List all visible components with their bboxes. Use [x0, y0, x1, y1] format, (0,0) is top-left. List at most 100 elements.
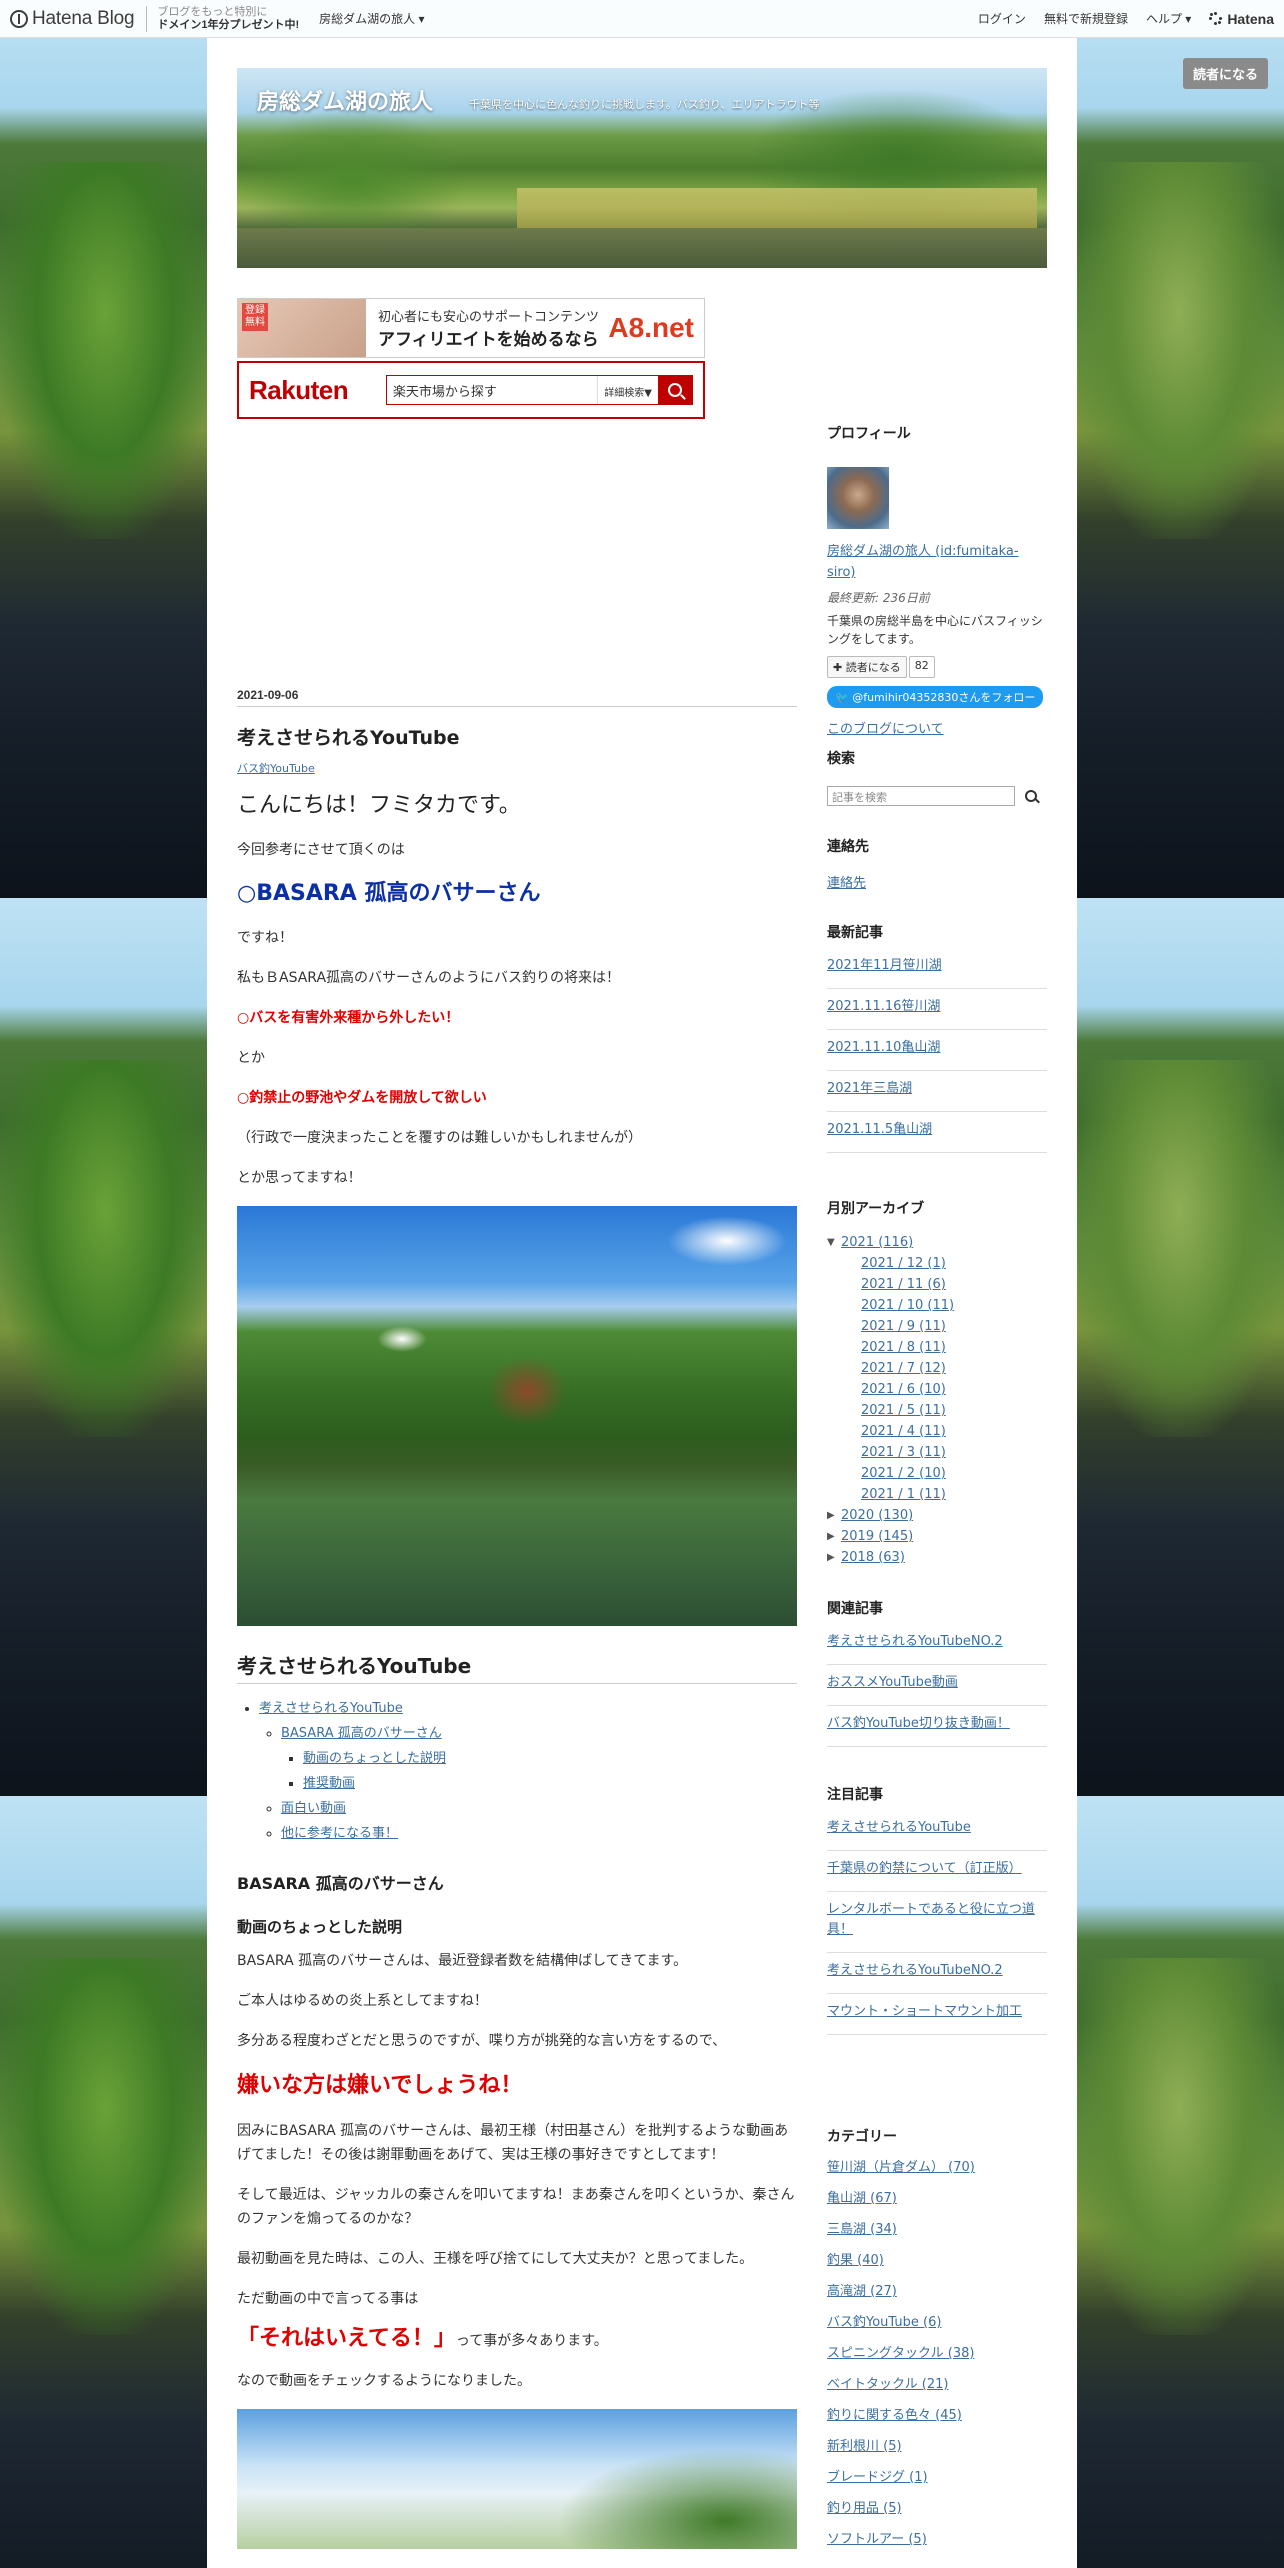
- archive-month-link[interactable]: 2021 / 7 (12): [861, 1361, 946, 1376]
- recent-entry-link[interactable]: 2021年三島湖: [827, 1081, 912, 1096]
- highlight-text: 「それはいえてる！」: [237, 2326, 456, 2351]
- signup-link[interactable]: 無料で新規登録: [1044, 10, 1128, 27]
- expand-triangle-icon[interactable]: ▶: [827, 1526, 841, 1547]
- help-menu[interactable]: ヘルプ ▾: [1146, 10, 1191, 27]
- toc-link[interactable]: 動画のちょっとした説明: [303, 1751, 446, 1766]
- blog-menu[interactable]: 房総ダム湖の旅人 ▾: [319, 10, 424, 27]
- subscribe-button[interactable]: 読者になる: [1182, 58, 1268, 89]
- entry-title[interactable]: 考えさせられるYouTube: [237, 723, 797, 750]
- category-link[interactable]: 笹川湖（片倉ダム） (70): [827, 2160, 975, 2175]
- category-link[interactable]: 新利根川 (5): [827, 2439, 902, 2454]
- archive-month-link[interactable]: 2021 / 6 (10): [861, 1382, 946, 1397]
- recent-entry-link[interactable]: 2021.11.16笹川湖: [827, 999, 940, 1014]
- rakuten-search-button[interactable]: [658, 376, 692, 404]
- subscribe-small-button[interactable]: ✚ 読者になる: [827, 656, 907, 678]
- featured-entry-link[interactable]: マウント・ショートマウント加工: [827, 2004, 1022, 2019]
- featured-entry-link[interactable]: 考えさせられるYouTubeNO.2: [827, 1963, 1003, 1978]
- category-link[interactable]: 三島湖 (34): [827, 2222, 897, 2237]
- hatena-blog-icon: [10, 9, 28, 28]
- search-module: 検索 記事を検索: [827, 748, 1047, 806]
- paragraph: そして最近は、ジャッカルの秦さんを叩いてますね！まあ秦さんを叩くというか、秦さん…: [237, 2187, 795, 2227]
- entry-category-link[interactable]: バス釣YouTube: [237, 760, 797, 776]
- entry-date[interactable]: 2021-09-06: [237, 688, 797, 707]
- archive-month-link[interactable]: 2021 / 1 (11): [861, 1487, 946, 1502]
- featured-entries-module: 注目記事 考えさせられるYouTube 千葉県の釣禁について（訂正版） レンタル…: [827, 1784, 1047, 2035]
- category-link[interactable]: 釣果 (40): [827, 2253, 884, 2268]
- paragraph: 私もＢASARA孤高のバサーさんのようにバス釣りの将来は！: [237, 970, 621, 986]
- twitter-bird-icon: 🐦: [835, 691, 853, 704]
- module-heading: プロフィール: [827, 426, 911, 442]
- expand-triangle-icon[interactable]: ▶: [827, 1505, 841, 1526]
- rakuten-search-ad: Rakuten 楽天市場から探す 詳細検索▼: [237, 361, 705, 419]
- recent-entry-link[interactable]: 2021.11.10亀山湖: [827, 1040, 940, 1055]
- category-link[interactable]: 亀山湖 (67): [827, 2191, 897, 2206]
- archive-year-link[interactable]: 2020 (130): [841, 1505, 913, 1526]
- recent-entry-link[interactable]: 2021年11月笹川湖: [827, 958, 942, 973]
- domain-promo[interactable]: ブログをもっと特別に ドメイン1年分プレゼント中!: [146, 5, 299, 32]
- toc-link[interactable]: 他に参考になる事！: [281, 1826, 398, 1841]
- highlight-heading: ○BASARA 孤高のバサーさん: [237, 881, 541, 906]
- ad-free-tag: 登録 無料: [242, 303, 268, 331]
- archive-year-link[interactable]: 2018 (63): [841, 1547, 905, 1568]
- archive-month-link[interactable]: 2021 / 4 (11): [861, 1424, 946, 1439]
- expand-triangle-icon[interactable]: ▶: [827, 1547, 841, 1568]
- archive-module: 月別アーカイブ ▼ 2021 (116) 2021 / 12 (1) 2021 /…: [827, 1198, 1047, 1568]
- collapse-triangle-icon[interactable]: ▼: [827, 1232, 841, 1253]
- archive-year-link[interactable]: 2019 (145): [841, 1526, 913, 1547]
- toc-link[interactable]: 考えさせられるYouTube: [259, 1701, 403, 1716]
- paragraph: 多分ある程度わざとだと思うのですが、喋り方が挑発的な言い方をするので、: [237, 2033, 727, 2049]
- archive-month-link[interactable]: 2021 / 5 (11): [861, 1403, 946, 1418]
- category-link[interactable]: ブレードジグ (1): [827, 2470, 928, 2485]
- search-icon[interactable]: [1025, 790, 1037, 802]
- module-heading: 月別アーカイブ: [827, 1201, 925, 1217]
- related-entry-link[interactable]: 考えさせられるYouTubeNO.2: [827, 1634, 1003, 1649]
- about-blog-link[interactable]: このブログについて: [827, 722, 944, 737]
- archive-month-link[interactable]: 2021 / 3 (11): [861, 1445, 946, 1460]
- toc-link[interactable]: BASARA 孤高のバサーさん: [281, 1726, 442, 1741]
- toc-link[interactable]: 推奨動画: [303, 1776, 355, 1791]
- archive-month-link[interactable]: 2021 / 11 (6): [861, 1277, 946, 1292]
- featured-entry-link[interactable]: レンタルボートであると役に立つ道具！: [827, 1902, 1035, 1937]
- recent-entry-link[interactable]: 2021.11.5亀山湖: [827, 1122, 932, 1137]
- table-of-contents: 考えさせられるYouTube BASARA 孤高のバサーさん 動画のちょっとした…: [237, 1696, 797, 1846]
- twitter-follow-button[interactable]: 🐦 @fumihir04352830さんをフォロー: [827, 686, 1044, 708]
- lake-photo[interactable]: [237, 2409, 797, 2549]
- profile-name-link[interactable]: 房総ダム湖の旅人 (id:fumitaka-siro): [827, 544, 1019, 580]
- avatar[interactable]: [827, 467, 889, 529]
- rakuten-logo[interactable]: Rakuten: [249, 375, 374, 406]
- entry-article: 2021-09-06 考えさせられるYouTube バス釣YouTube こんに…: [237, 688, 797, 2549]
- category-link[interactable]: スピニングタックル (38): [827, 2346, 974, 2361]
- archive-month-link[interactable]: 2021 / 12 (1): [861, 1256, 946, 1271]
- blog-title[interactable]: 房総ダム湖の旅人: [257, 84, 433, 116]
- hatena-brand[interactable]: Hatena: [1209, 11, 1274, 27]
- category-link[interactable]: 高滝湖 (27): [827, 2284, 897, 2299]
- greeting-text: こんにちは！フミタカです。: [237, 793, 521, 818]
- a8-ad-banner[interactable]: 登録 無料 初心者にも安心のサポートコンテンツ アフィリエイトを始めるなら A8…: [237, 298, 705, 358]
- archive-year-link[interactable]: 2021 (116): [841, 1232, 913, 1253]
- rakuten-detail-search[interactable]: 詳細検索▼: [597, 376, 658, 404]
- hatena-blog-logo[interactable]: Hatena Blog: [10, 8, 135, 30]
- search-icon: [668, 383, 682, 397]
- archive-month-link[interactable]: 2021 / 10 (11): [861, 1298, 954, 1313]
- toc-link[interactable]: 面白い動画: [281, 1801, 346, 1816]
- archive-month-link[interactable]: 2021 / 9 (11): [861, 1319, 946, 1334]
- featured-entry-link[interactable]: 考えさせられるYouTube: [827, 1820, 971, 1835]
- archive-month-link[interactable]: 2021 / 2 (10): [861, 1466, 946, 1481]
- category-link[interactable]: ベイトタックル (21): [827, 2377, 948, 2392]
- category-link[interactable]: 釣りに関する色々 (45): [827, 2408, 962, 2423]
- login-link[interactable]: ログイン: [978, 10, 1026, 27]
- contact-link[interactable]: 連絡先: [827, 876, 866, 891]
- paragraph: なので動画をチェックするようになりました。: [237, 2373, 531, 2389]
- rakuten-search-input[interactable]: 楽天市場から探す: [387, 376, 597, 404]
- blog-header-image[interactable]: 房総ダム湖の旅人 千葉県を中心に色んな釣りに挑戦します。バス釣り、エリアトラウト…: [237, 68, 1047, 268]
- category-link[interactable]: ソフトルアー (5): [827, 2532, 927, 2547]
- contact-module: 連絡先 連絡先: [827, 836, 1047, 891]
- category-link[interactable]: 釣り用品 (5): [827, 2501, 902, 2516]
- lake-photo[interactable]: [237, 1206, 797, 1626]
- related-entry-link[interactable]: バス釣YouTube切り抜き動画！: [827, 1716, 1010, 1731]
- search-input[interactable]: 記事を検索: [827, 786, 1015, 806]
- archive-month-link[interactable]: 2021 / 8 (11): [861, 1340, 946, 1355]
- featured-entry-link[interactable]: 千葉県の釣禁について（訂正版）: [827, 1861, 1022, 1876]
- related-entry-link[interactable]: おススメYouTube動画: [827, 1675, 958, 1690]
- category-link[interactable]: バス釣YouTube (6): [827, 2315, 941, 2330]
